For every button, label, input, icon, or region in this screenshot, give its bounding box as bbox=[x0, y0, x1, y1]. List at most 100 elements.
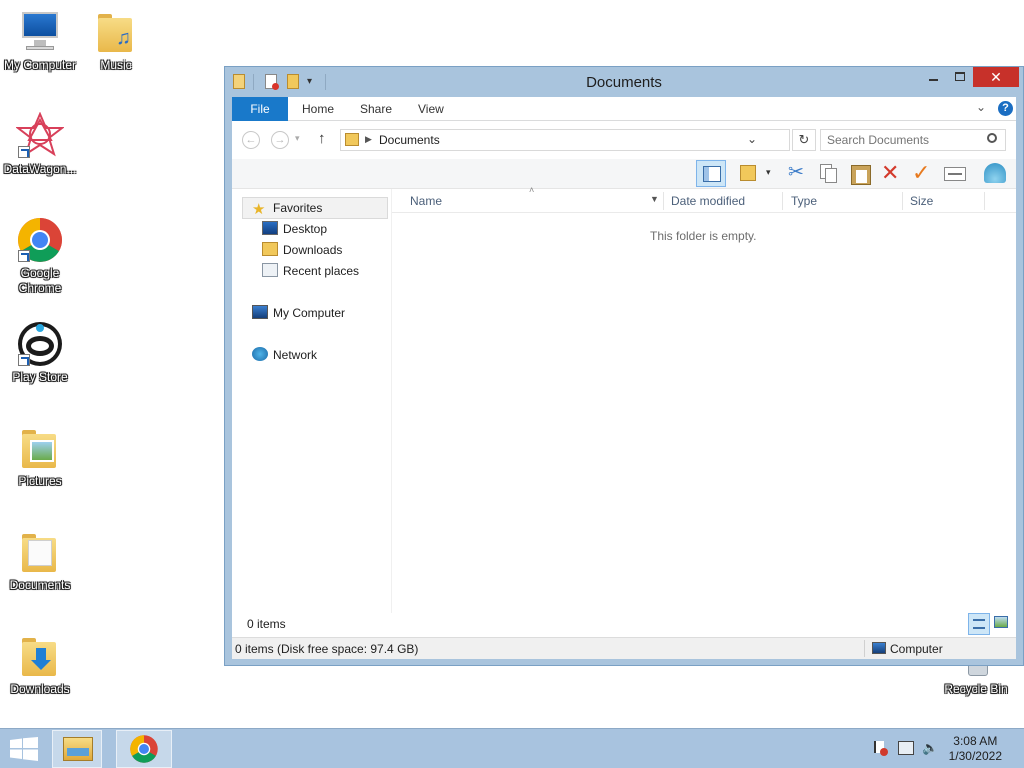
nav-label: Downloads bbox=[283, 243, 343, 257]
empty-folder-message: This folder is empty. bbox=[650, 229, 757, 243]
play-store-icon bbox=[16, 320, 64, 368]
desktop-icon-label: Google Chrome bbox=[18, 266, 62, 295]
column-name[interactable]: Name bbox=[410, 189, 442, 213]
maximize-button[interactable] bbox=[947, 67, 973, 87]
desktop-icon-google-chrome[interactable]: Google Chrome bbox=[0, 216, 80, 296]
action-center-flag-icon[interactable] bbox=[874, 741, 888, 756]
tab-share[interactable]: Share bbox=[360, 97, 392, 121]
paste-button[interactable] bbox=[850, 163, 872, 185]
downloads-folder-icon bbox=[16, 632, 64, 680]
desktop-icon-my-computer[interactable]: My Computer bbox=[0, 8, 80, 73]
preview-pane-button[interactable] bbox=[696, 160, 726, 187]
address-field[interactable]: ▶ Documents ⌄ bbox=[340, 129, 790, 151]
clock-time: 3:08 AM bbox=[953, 734, 998, 748]
up-button[interactable]: ↑ bbox=[318, 130, 326, 147]
star-icon: ★ bbox=[252, 201, 266, 218]
address-bar-area: ← → ▾ ↑ ▶ Documents ⌄ ↻ bbox=[232, 121, 1016, 159]
desktop-icon-label: Music bbox=[100, 58, 132, 72]
ribbon-tabs: File Home Share View ⌄ ? bbox=[232, 97, 1016, 121]
desktop-icon-label: Downloads bbox=[10, 682, 70, 696]
apply-button[interactable]: ✓ bbox=[912, 160, 930, 186]
back-button[interactable]: ← bbox=[242, 131, 260, 149]
network-icon bbox=[252, 347, 268, 361]
search-box[interactable] bbox=[820, 129, 1006, 151]
nav-my-computer[interactable]: My Computer bbox=[252, 303, 345, 323]
title-bar[interactable]: ▾ Documents ✕ bbox=[225, 67, 1023, 97]
help-icon[interactable]: ? bbox=[998, 101, 1013, 116]
desktop-icon-label: Pictures bbox=[18, 474, 62, 488]
clock-date: 1/30/2022 bbox=[948, 749, 1002, 763]
taskbar-file-explorer[interactable] bbox=[52, 730, 102, 768]
desktop-icon-label: Play Store bbox=[12, 370, 68, 384]
column-size[interactable]: Size bbox=[910, 189, 933, 213]
computer-icon bbox=[16, 8, 64, 56]
minimize-button[interactable] bbox=[921, 67, 947, 87]
nav-downloads[interactable]: Downloads bbox=[262, 240, 342, 260]
taskbar-chrome[interactable] bbox=[116, 730, 172, 768]
file-explorer-icon bbox=[63, 737, 93, 761]
ribbon-expand-icon[interactable]: ⌄ bbox=[976, 100, 986, 114]
nav-label: Network bbox=[273, 348, 318, 362]
volume-muted-icon[interactable]: 🔈 bbox=[922, 740, 938, 756]
details-view-button[interactable] bbox=[968, 613, 990, 635]
cut-button[interactable]: ✂ bbox=[788, 161, 804, 184]
desktop-icon-downloads[interactable]: Downloads bbox=[0, 632, 80, 697]
network-status-icon[interactable] bbox=[898, 741, 914, 755]
desktop-icon-documents[interactable]: Documents bbox=[0, 528, 80, 593]
tab-view[interactable]: View bbox=[418, 97, 444, 121]
preview-pane-icon bbox=[703, 166, 721, 182]
recent-places-icon bbox=[262, 263, 278, 277]
computer-icon bbox=[252, 305, 268, 319]
shortcut-arrow-icon bbox=[18, 354, 30, 366]
desktop-icon-pictures[interactable]: Pictures bbox=[0, 424, 80, 489]
column-name-dropdown-icon[interactable]: ▼ bbox=[650, 194, 659, 204]
command-toolbar: ▾ ✂ ✕ ✓ bbox=[232, 159, 1016, 189]
delete-button[interactable]: ✕ bbox=[881, 160, 899, 186]
search-input[interactable] bbox=[827, 132, 977, 148]
column-headers: ˄ Name ▼ Date modified Type Size bbox=[392, 185, 1016, 213]
explorer-window: ▾ Documents ✕ File Home Share View ⌄ ? ←… bbox=[224, 66, 1024, 666]
system-clock[interactable]: 3:08 AM 1/30/2022 bbox=[949, 734, 1002, 764]
nav-favorites[interactable]: ★ Favorites bbox=[252, 198, 322, 218]
desktop-icon-datawagon[interactable]: DataWagon... bbox=[0, 111, 80, 177]
column-type[interactable]: Type bbox=[791, 189, 817, 213]
desktop-icon-label: Documents bbox=[9, 578, 71, 592]
desktop-icon-play-store[interactable]: Play Store bbox=[0, 320, 80, 385]
music-folder-icon: ♫ bbox=[92, 8, 140, 56]
new-folder-button[interactable]: ▾ bbox=[738, 163, 774, 185]
navigation-pane[interactable]: ★ Favorites Desktop Downloads Recent plac… bbox=[232, 189, 392, 637]
details-view-icon bbox=[973, 619, 985, 629]
copy-button[interactable] bbox=[820, 164, 838, 184]
tab-home[interactable]: Home bbox=[302, 97, 334, 121]
forward-button[interactable]: → bbox=[271, 131, 289, 149]
start-button[interactable] bbox=[0, 729, 48, 768]
column-date-modified[interactable]: Date modified bbox=[671, 189, 745, 213]
chrome-icon bbox=[16, 216, 64, 264]
desktop-icon-label: My Computer bbox=[3, 58, 77, 72]
large-icons-view-button[interactable] bbox=[994, 616, 1010, 630]
nav-label: Desktop bbox=[283, 222, 328, 236]
folder-check-icon bbox=[740, 165, 756, 181]
desktop-icon bbox=[262, 221, 278, 235]
close-button[interactable]: ✕ bbox=[973, 67, 1019, 87]
nav-desktop[interactable]: Desktop bbox=[262, 219, 327, 239]
address-dropdown-icon[interactable]: ⌄ bbox=[747, 132, 757, 146]
rename-button[interactable] bbox=[944, 167, 966, 181]
nav-recent-places[interactable]: Recent places bbox=[262, 261, 359, 281]
nav-label: My Computer bbox=[273, 306, 346, 320]
desktop-icon-music[interactable]: ♫ Music bbox=[76, 8, 156, 73]
address-path[interactable]: Documents bbox=[379, 133, 440, 147]
status-bar: 0 items (Disk free space: 97.4 GB) Compu… bbox=[232, 637, 1016, 659]
recent-locations-button[interactable]: ▾ bbox=[295, 133, 300, 144]
search-icon[interactable] bbox=[987, 133, 997, 143]
window-title: Documents bbox=[586, 74, 662, 91]
clipboard-icon bbox=[851, 165, 871, 185]
datawagon-icon bbox=[15, 111, 65, 160]
windows-logo-icon bbox=[10, 737, 38, 761]
shell-icon[interactable] bbox=[984, 163, 1006, 183]
refresh-button[interactable]: ↻ bbox=[792, 129, 816, 151]
rename-icon bbox=[948, 173, 962, 175]
nav-label: Favorites bbox=[273, 201, 323, 215]
nav-network[interactable]: Network bbox=[252, 345, 317, 365]
tab-file[interactable]: File bbox=[232, 97, 288, 121]
